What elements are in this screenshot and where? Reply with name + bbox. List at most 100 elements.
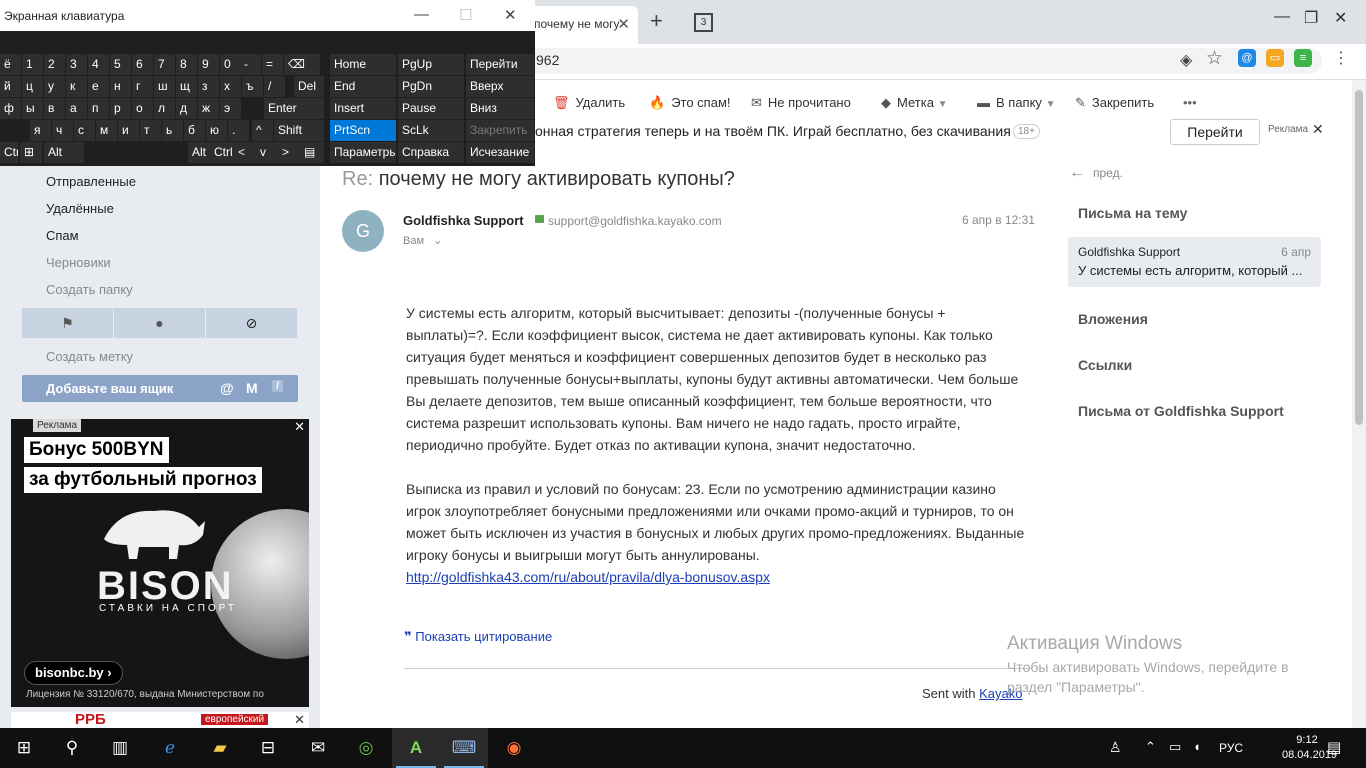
key-6[interactable]: 6: [132, 54, 153, 75]
key-row3[interactable]: л: [154, 98, 175, 119]
key-row3[interactable]: ф: [0, 98, 21, 119]
key-row2[interactable]: ц: [22, 76, 43, 97]
folder-drafts[interactable]: Черновики: [46, 255, 111, 270]
key-row5[interactable]: Ctrl: [210, 142, 234, 163]
ad-go-button[interactable]: Перейти: [1170, 119, 1260, 145]
nav-key[interactable]: ScLk: [398, 120, 464, 141]
key-4[interactable]: 4: [88, 54, 109, 75]
key-row4[interactable]: ю: [206, 120, 227, 141]
more-button[interactable]: •••: [1183, 95, 1197, 110]
firefox-icon[interactable]: ◉: [490, 728, 538, 768]
thread-item[interactable]: Goldfishka Support 6 апр У системы есть …: [1068, 237, 1321, 287]
nav-key[interactable]: Insert: [330, 98, 396, 119]
keyboard-maximize-icon[interactable]: ☐: [459, 6, 472, 24]
spam-button[interactable]: 🔥 Это спам!: [649, 95, 731, 111]
add-mailbox-button[interactable]: Добавьте ваш ящик @ M /: [22, 375, 298, 402]
people-icon[interactable]: ♙: [1109, 739, 1122, 756]
key-row2[interactable]: й: [0, 76, 21, 97]
list-extension-icon[interactable]: ≡: [1294, 49, 1312, 67]
key-row2[interactable]: у: [44, 76, 65, 97]
key-row5[interactable]: >: [278, 142, 300, 163]
key-row2[interactable]: к: [66, 76, 87, 97]
folder-spam[interactable]: Спам: [46, 228, 79, 243]
key-7[interactable]: 7: [154, 54, 175, 75]
key-row4[interactable]: ч: [52, 120, 73, 141]
key-row3[interactable]: в: [44, 98, 65, 119]
close-window-icon[interactable]: ✕: [1334, 8, 1347, 28]
rules-link[interactable]: http://goldfishka43.com/ru/about/pravila…: [406, 569, 770, 585]
keyboard-close-icon[interactable]: ✕: [504, 6, 517, 24]
show-quote-link[interactable]: ❞ Показать цитирование: [404, 629, 552, 645]
move-folder-button[interactable]: ▬ В папку ▼: [977, 95, 1055, 110]
sender-name[interactable]: Goldfishka Support: [403, 213, 524, 228]
attachments-section[interactable]: Вложения: [1078, 311, 1148, 327]
unread-filter-icon[interactable]: ●: [114, 308, 205, 338]
key-caret[interactable]: ^: [252, 120, 273, 141]
restore-icon[interactable]: ❐: [1304, 8, 1318, 28]
key-row3[interactable]: ы: [22, 98, 43, 119]
key-row3[interactable]: п: [88, 98, 109, 119]
key-row3[interactable]: э: [220, 98, 241, 119]
banner-url[interactable]: bisonbc.by ›: [24, 661, 123, 685]
sender-email[interactable]: support@goldfishka.kayako.com: [548, 214, 722, 228]
key-row3[interactable]: о: [132, 98, 153, 119]
key-11[interactable]: -: [240, 54, 261, 75]
sender-avatar[interactable]: G: [342, 210, 384, 252]
flag-filter-icon[interactable]: ⚑: [22, 308, 113, 338]
browser-menu-icon[interactable]: ⋮: [1333, 48, 1349, 68]
create-folder-link[interactable]: Создать папку: [46, 282, 133, 297]
key-row2[interactable]: г: [132, 76, 153, 97]
chevron-up-icon[interactable]: ⌃: [1145, 739, 1156, 755]
browser-tab[interactable]: почему не могу ✕: [520, 6, 638, 44]
key-row2[interactable]: /: [264, 76, 285, 97]
key-2[interactable]: 2: [44, 54, 65, 75]
key-row4[interactable]: .: [228, 120, 249, 141]
key-row5[interactable]: Alt: [44, 142, 84, 163]
key-row2[interactable]: ъ: [242, 76, 263, 97]
key-0[interactable]: ё: [0, 54, 21, 75]
key-row4[interactable]: с: [74, 120, 95, 141]
key-row5[interactable]: Ctrl: [0, 142, 18, 163]
key-row2[interactable]: х: [220, 76, 241, 97]
key-shift[interactable]: Shift: [274, 120, 324, 141]
mail-app-icon[interactable]: ✉: [294, 728, 342, 768]
key-row4[interactable]: б: [184, 120, 205, 141]
network-icon[interactable]: ▭: [1169, 739, 1181, 755]
ad-close-icon[interactable]: ✕: [1312, 121, 1324, 138]
new-tab-icon[interactable]: +: [650, 8, 663, 34]
key-5[interactable]: 5: [110, 54, 131, 75]
keyboard-minimize-icon[interactable]: —: [414, 6, 429, 23]
bookmark-star-icon[interactable]: ☆: [1206, 47, 1223, 70]
pin-button[interactable]: ✎ Закрепить: [1075, 95, 1154, 111]
key-row5[interactable]: v: [256, 142, 278, 163]
folder-sent[interactable]: Отправленные: [46, 174, 136, 189]
start-windows-icon[interactable]: ⊞: [0, 728, 48, 768]
banner-close-icon[interactable]: ✕: [294, 419, 305, 435]
key-row4[interactable]: и: [118, 120, 139, 141]
app-a-icon[interactable]: A: [392, 728, 440, 768]
clock[interactable]: 9:12 08.04.2019: [1282, 733, 1337, 763]
prev-link[interactable]: ← пред.: [1069, 164, 1123, 182]
unread-button[interactable]: ✉ Не прочитано: [751, 95, 851, 111]
language-indicator[interactable]: РУС: [1219, 741, 1243, 755]
nav-key[interactable]: Home: [330, 54, 396, 75]
key-row4[interactable]: я: [30, 120, 51, 141]
nav-key[interactable]: Вниз: [466, 98, 534, 119]
key-row2[interactable]: ш: [154, 76, 175, 97]
chat-extension-icon[interactable]: ▭: [1266, 49, 1284, 67]
cast-icon[interactable]: ◈: [1180, 50, 1192, 70]
nav-key[interactable]: PrtScn: [330, 120, 396, 141]
key-10[interactable]: 0: [220, 54, 241, 75]
nav-key[interactable]: Справка: [398, 142, 464, 163]
nav-key[interactable]: End: [330, 76, 396, 97]
key-row5[interactable]: <: [234, 142, 256, 163]
nav-key[interactable]: Закрепить: [466, 120, 534, 141]
tab-count[interactable]: 3: [694, 13, 713, 32]
key-row3[interactable]: ж: [198, 98, 219, 119]
banner-ad-2[interactable]: РРБ европейский ✕: [11, 712, 309, 728]
task-view-icon[interactable]: ▥: [96, 728, 144, 768]
key-8[interactable]: 8: [176, 54, 197, 75]
nav-key[interactable]: Pause: [398, 98, 464, 119]
key-row2[interactable]: з: [198, 76, 219, 97]
label-button[interactable]: ◆ Метка ▼: [881, 95, 947, 111]
